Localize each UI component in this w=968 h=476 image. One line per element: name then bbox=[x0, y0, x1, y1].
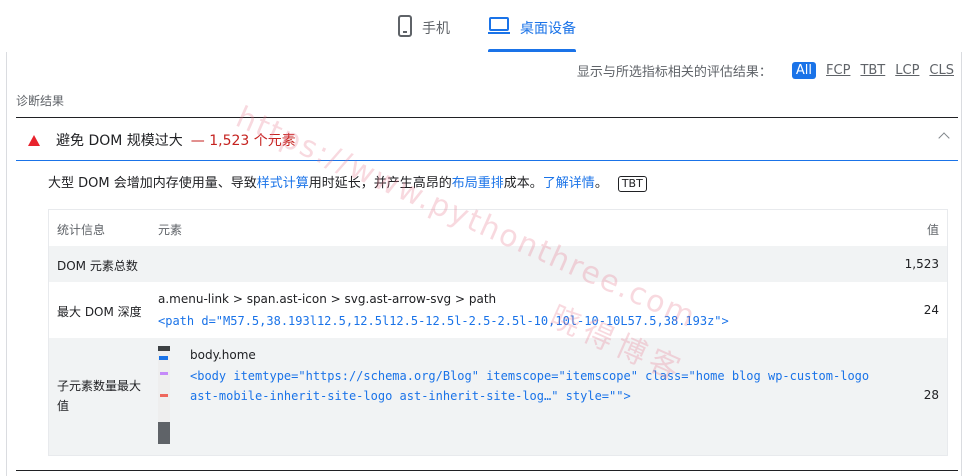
filter-chip-cls[interactable]: CLS bbox=[929, 63, 954, 78]
filter-chip-all[interactable]: All bbox=[791, 62, 817, 79]
chevron-up-icon[interactable] bbox=[938, 132, 950, 144]
tab-desktop[interactable]: 桌面设备 bbox=[488, 8, 576, 48]
divider bbox=[16, 470, 958, 471]
header-element: 元素 bbox=[158, 223, 183, 237]
table-row: 子元素数量最大值 body.home <body itemtype="https… bbox=[49, 338, 947, 455]
row-snippet[interactable]: <body itemtype="https://schema.org/Blog"… bbox=[190, 369, 869, 383]
desc-text: 大型 DOM 会增加内存使用量、导致 bbox=[48, 176, 257, 191]
section-title: 诊断结果 bbox=[16, 94, 65, 108]
metric-badge: TBT bbox=[617, 176, 647, 192]
filter-chip-lcp[interactable]: LCP bbox=[895, 63, 919, 78]
tab-mobile[interactable]: 手机 bbox=[398, 8, 450, 48]
filter-chip-tbt[interactable]: TBT bbox=[860, 63, 885, 78]
active-tab-indicator bbox=[488, 49, 576, 52]
row-stat: DOM 元素总数 bbox=[57, 259, 138, 273]
filter-label: 显示与所选指标相关的评估结果： bbox=[576, 65, 772, 80]
filter-chip-fcp[interactable]: FCP bbox=[826, 63, 850, 78]
row-snippet-cont[interactable]: ast-mobile-inherit-site-logo ast-inherit… bbox=[190, 389, 631, 403]
header-value: 值 bbox=[926, 223, 939, 237]
row-value: 1,523 bbox=[904, 257, 939, 271]
row-snippet[interactable]: <path d="M57.5,38.193l12.5,12.5l12.5-12.… bbox=[158, 314, 729, 328]
audit-divider bbox=[16, 160, 958, 161]
row-selector: a.menu-link > span.ast-icon > svg.ast-ar… bbox=[158, 292, 497, 306]
desc-text: 成本。 bbox=[503, 176, 543, 191]
phone-icon bbox=[398, 15, 412, 41]
row-stat: 最大 DOM 深度 bbox=[57, 305, 142, 319]
row-selector: body.home bbox=[190, 348, 256, 362]
row-value: 24 bbox=[923, 303, 939, 317]
desc-text: 。 bbox=[594, 176, 608, 191]
header-stat: 统计信息 bbox=[57, 223, 106, 237]
monitor-icon bbox=[488, 17, 510, 39]
warning-triangle-icon bbox=[28, 134, 40, 146]
element-screenshot-thumbnail[interactable] bbox=[158, 346, 170, 444]
device-tabs: 手机 桌面设备 bbox=[0, 0, 968, 52]
style-calc-link[interactable]: 样式计算 bbox=[257, 176, 309, 191]
tab-desktop-label: 桌面设备 bbox=[520, 21, 576, 37]
divider bbox=[16, 117, 958, 118]
table-row: 最大 DOM 深度 a.menu-link > span.ast-icon > … bbox=[49, 282, 947, 338]
panel-border-right bbox=[961, 52, 962, 476]
audit-title: 避免 DOM 规模过大 bbox=[56, 133, 183, 149]
tab-mobile-label: 手机 bbox=[422, 21, 450, 37]
panel-border-left bbox=[6, 52, 7, 476]
row-stat: 子元素数量最大值 bbox=[57, 379, 142, 413]
audit-header[interactable]: 避免 DOM 规模过大 — 1,523 个元素 bbox=[16, 120, 958, 160]
reflow-link[interactable]: 布局重排 bbox=[452, 176, 504, 191]
learn-more-link[interactable]: 了解详情 bbox=[543, 176, 595, 191]
row-value: 28 bbox=[923, 388, 939, 402]
metric-filter: 显示与所选指标相关的评估结果： All FCP TBT LCP CLS bbox=[577, 61, 954, 80]
